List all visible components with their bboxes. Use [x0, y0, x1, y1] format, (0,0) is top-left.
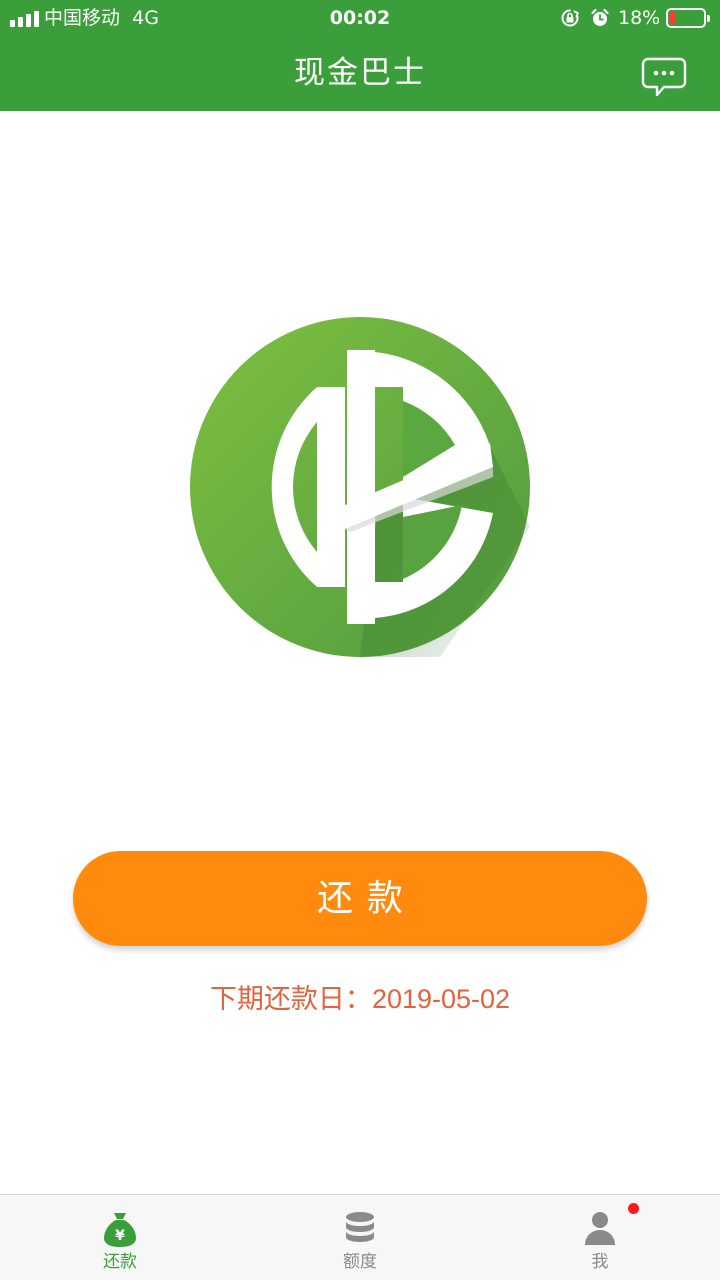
message-button[interactable] [640, 55, 688, 99]
tab-repay-label: 还款 [103, 1252, 137, 1272]
notification-badge [628, 1203, 639, 1214]
next-due-label: 下期还款日： [209, 984, 372, 1014]
battery-percent: 18% [618, 7, 661, 29]
svg-text:¥: ¥ [115, 1228, 125, 1244]
tab-limit[interactable]: 额度 [240, 1195, 480, 1280]
repay-button[interactable]: 还款 [73, 851, 647, 946]
alarm-icon [591, 8, 609, 26]
top-bar: 中国移动 4G 00:02 18% 现金巴士 [0, 0, 720, 111]
bottom-tab-bar: ¥ 还款 额度 我 [0, 1194, 720, 1280]
tab-me-label: 我 [591, 1252, 609, 1272]
next-due-date: 2019-05-02 [371, 984, 511, 1014]
next-due-text: 下期还款日：2019-05-02 [0, 981, 720, 1017]
orientation-lock-icon [561, 9, 579, 27]
status-bar: 中国移动 4G 00:02 18% [0, 0, 720, 38]
status-time: 00:02 [329, 7, 391, 29]
money-bag-icon: ¥ [104, 1213, 136, 1247]
battery-icon [666, 8, 710, 28]
chat-bubble-icon [641, 57, 687, 97]
tab-me[interactable]: 我 [480, 1195, 720, 1280]
database-coins-icon [346, 1212, 374, 1242]
app-logo [190, 317, 530, 657]
tab-limit-label: 额度 [343, 1252, 377, 1272]
person-icon [585, 1212, 615, 1245]
tab-repay[interactable]: ¥ 还款 [0, 1195, 240, 1280]
page-title: 现金巴士 [294, 55, 426, 91]
